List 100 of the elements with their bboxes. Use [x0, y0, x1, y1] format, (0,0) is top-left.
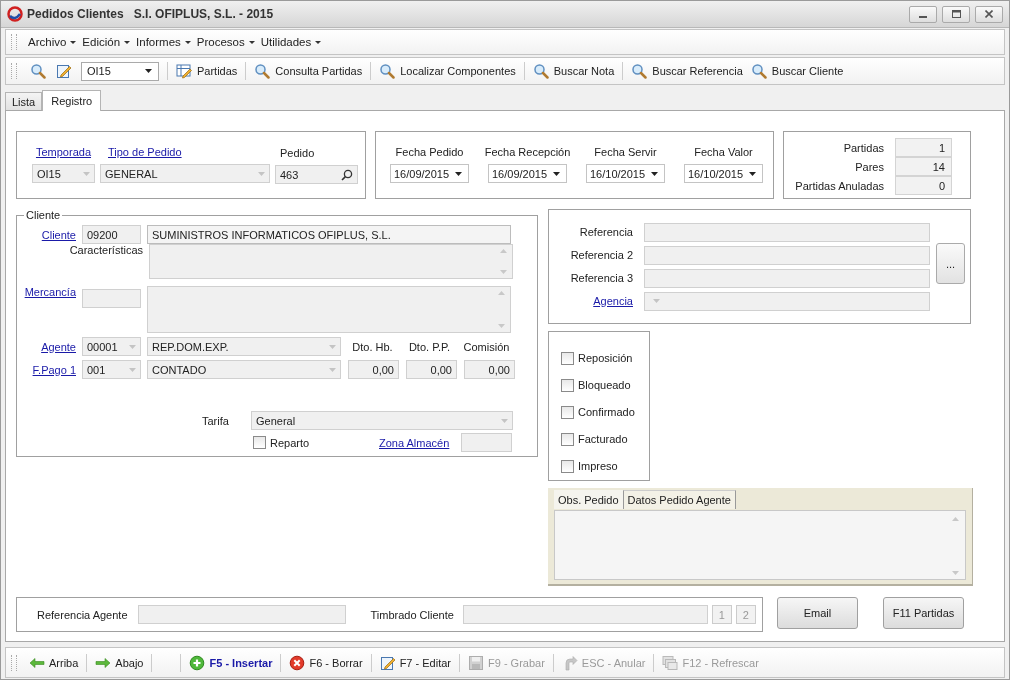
toolbar-button[interactable]: Buscar Cliente	[746, 60, 848, 82]
toolbar-button[interactable]: Arriba	[25, 651, 83, 674]
order-type-dropdown[interactable]: GENERAL	[100, 164, 270, 183]
agent-reference-field[interactable]	[137, 605, 346, 624]
menu-item[interactable]: Archivo	[25, 36, 80, 48]
maximize-icon	[951, 10, 961, 18]
payment-dropdown[interactable]: CONTADO	[147, 360, 341, 379]
goods-link[interactable]: Mercancía	[24, 286, 76, 298]
scroll-down-icon[interactable]	[500, 270, 507, 274]
menu-item[interactable]: Procesos	[193, 36, 258, 48]
tab[interactable]: Obs. Pedido	[554, 490, 623, 509]
rate-dropdown[interactable]: General	[251, 411, 513, 430]
caret-icon	[248, 40, 255, 44]
total-value: 0	[895, 176, 952, 195]
window-title: Pedidos Clientes	[27, 7, 124, 21]
tab[interactable]: Registro	[42, 90, 102, 111]
goods-field[interactable]	[147, 286, 511, 333]
edit-icon	[56, 63, 72, 79]
menu-item[interactable]: Utilidades	[257, 36, 325, 48]
maximize-button[interactable]	[942, 5, 970, 23]
reference-field[interactable]	[644, 245, 930, 265]
client-stamp-field[interactable]	[462, 605, 708, 624]
caret-icon	[70, 40, 77, 44]
tab[interactable]: Datos Pedido Agente	[622, 490, 736, 509]
toolbar-button[interactable]: Partidas	[172, 60, 242, 82]
checkbox[interactable]	[561, 432, 574, 446]
toolbar-button[interactable]: F5 - Insertar	[185, 651, 277, 674]
toolbar-button[interactable]: F6 - Borrar	[285, 651, 367, 674]
reference-label: Referencia	[579, 226, 633, 238]
dropdown-arrow-icon	[129, 367, 136, 372]
search-icon	[532, 63, 549, 79]
checkbox[interactable]	[561, 459, 574, 473]
total-label: Partidas	[842, 141, 885, 154]
agent-reference-label: Referencia Agente	[37, 608, 128, 621]
characteristics-field[interactable]	[149, 244, 513, 279]
payment-code-dropdown[interactable]: 001	[82, 360, 141, 379]
date-label: Fecha Pedido	[395, 146, 464, 158]
toolbar-button[interactable]: Localizar Componentes	[375, 60, 520, 82]
menu-item[interactable]: Informes	[133, 36, 194, 48]
menu-item[interactable]: Edición	[79, 36, 134, 48]
close-icon	[985, 10, 993, 18]
client-name-field[interactable]: SUMINISTROS INFORMATICOS OFIPLUS, S.L.	[147, 225, 511, 244]
season-dropdown[interactable]: OI15	[81, 61, 159, 81]
close-button[interactable]	[975, 5, 1003, 23]
search-icon	[254, 63, 271, 79]
discount-field[interactable]: 0,00	[348, 360, 399, 379]
toolbar-button[interactable]: Abajo	[91, 651, 148, 674]
goods-code-field[interactable]	[82, 289, 141, 308]
scroll-down-icon[interactable]	[498, 324, 505, 328]
table-edit-icon	[176, 63, 192, 79]
checkbox[interactable]	[561, 351, 574, 365]
agent-code-dropdown[interactable]: 00001	[82, 337, 141, 356]
checkbox[interactable]	[561, 378, 574, 392]
order-number-field[interactable]: 463	[275, 165, 358, 184]
scroll-down-icon[interactable]	[952, 571, 959, 575]
checkbox-label: Facturado	[578, 433, 628, 445]
scroll-up-icon[interactable]	[500, 249, 507, 253]
notes-field[interactable]	[554, 510, 966, 580]
client-link[interactable]: Cliente	[41, 228, 76, 241]
dropdown-arrow-icon	[129, 344, 136, 349]
dropdown-arrow-icon	[258, 171, 265, 176]
date-picker[interactable]: 16/09/2015	[390, 164, 469, 183]
minimize-button[interactable]	[909, 5, 937, 23]
client-code-field[interactable]: 09200	[82, 225, 141, 244]
search-icon	[631, 63, 648, 79]
agency-link[interactable]: Agencia	[593, 295, 633, 307]
season-link[interactable]: Temporada	[35, 146, 91, 158]
discount-field[interactable]: 0,00	[406, 360, 457, 379]
browse-button[interactable]: ...	[936, 243, 965, 284]
scroll-up-icon[interactable]	[498, 291, 505, 295]
reference-field[interactable]	[644, 268, 930, 288]
agent-link[interactable]: Agente	[41, 340, 76, 353]
toolbar-button[interactable]: Buscar Nota	[528, 60, 619, 82]
action-button[interactable]: Email	[777, 597, 858, 629]
dropdown-arrow-icon	[553, 171, 560, 176]
warehouse-zone-field[interactable]	[461, 433, 512, 452]
tab[interactable]: Lista	[5, 92, 43, 110]
discount-label: Dto. Hb.	[351, 340, 394, 353]
checkbox[interactable]	[253, 436, 266, 449]
scroll-up-icon[interactable]	[952, 517, 959, 521]
date-picker[interactable]: 16/10/2015	[684, 164, 763, 183]
date-label: Fecha Valor	[694, 146, 753, 158]
checkbox[interactable]	[561, 405, 574, 419]
agent-dropdown[interactable]: REP.DOM.EXP.	[147, 337, 341, 356]
reference-field[interactable]	[644, 222, 930, 242]
toolbar-button[interactable]: Buscar Referencia	[627, 60, 747, 82]
client-stamp-label: Timbrado Cliente	[370, 608, 454, 621]
action-button[interactable]: F11 Partidas	[883, 597, 964, 629]
search-icon[interactable]	[341, 168, 353, 181]
season-dropdown[interactable]: OI15	[32, 164, 95, 183]
order-type-link[interactable]: Tipo de Pedido	[108, 146, 270, 158]
date-picker[interactable]: 16/09/2015	[488, 164, 567, 183]
payment-link[interactable]: F.Pago 1	[32, 363, 76, 376]
agency-dropdown[interactable]	[644, 291, 930, 311]
date-picker[interactable]: 16/10/2015	[586, 164, 665, 183]
search-icon	[30, 63, 46, 79]
toolbar-button[interactable]: F7 - Editar	[375, 651, 455, 674]
discount-field[interactable]: 0,00	[464, 360, 515, 379]
toolbar-button[interactable]: Consulta Partidas	[250, 60, 367, 82]
warehouse-zone-link[interactable]: Zona Almacén	[379, 436, 455, 449]
